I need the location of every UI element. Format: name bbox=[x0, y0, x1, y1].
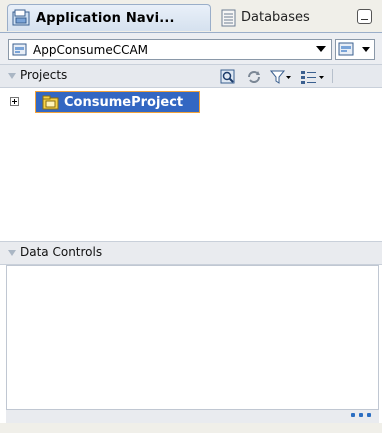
application-selector-row: AppConsumeCCAM bbox=[0, 32, 382, 64]
expand-icon[interactable] bbox=[10, 97, 19, 106]
chevron-down-icon bbox=[316, 46, 326, 52]
tab-databases[interactable]: Databases bbox=[213, 4, 343, 31]
tree-item-label: ConsumeProject bbox=[64, 94, 184, 110]
options-menu-icon[interactable] bbox=[300, 69, 326, 84]
tab-application-navigator-label: Application Navi... bbox=[36, 10, 175, 26]
data-controls-panel bbox=[6, 265, 379, 423]
projects-header-label: Projects bbox=[20, 68, 68, 82]
collapse-triangle-icon[interactable] bbox=[8, 73, 16, 79]
toolbar-divider bbox=[332, 69, 333, 83]
projects-header[interactable]: Projects bbox=[0, 64, 382, 88]
data-controls-header[interactable]: Data Controls bbox=[0, 241, 382, 265]
panel-status-bar bbox=[6, 409, 379, 423]
refresh-icon[interactable] bbox=[246, 69, 262, 84]
tree-item-selection[interactable]: ConsumeProject bbox=[35, 91, 200, 113]
chevron-down-icon bbox=[362, 47, 370, 52]
minimize-icon[interactable] bbox=[357, 9, 372, 24]
application-menu-icon bbox=[338, 42, 354, 56]
collapse-triangle-icon[interactable] bbox=[8, 250, 16, 256]
application-dropdown-value: AppConsumeCCAM bbox=[33, 42, 149, 57]
window-bottom-edge bbox=[0, 423, 382, 433]
more-options-icon[interactable] bbox=[351, 413, 371, 417]
application-navigator-icon bbox=[12, 9, 30, 26]
data-controls-header-label: Data Controls bbox=[20, 245, 103, 259]
tab-databases-label: Databases bbox=[241, 10, 310, 25]
application-menu-button[interactable] bbox=[335, 39, 375, 60]
application-dropdown[interactable]: AppConsumeCCAM bbox=[8, 39, 332, 60]
filter-icon[interactable] bbox=[270, 69, 292, 84]
application-icon bbox=[12, 43, 27, 55]
database-icon bbox=[221, 9, 236, 26]
tab-application-navigator[interactable]: Application Navi... bbox=[7, 4, 211, 31]
tab-bar: Application Navi... Databases bbox=[0, 0, 382, 32]
project-folder-icon bbox=[42, 95, 59, 110]
search-icon[interactable] bbox=[220, 69, 236, 84]
